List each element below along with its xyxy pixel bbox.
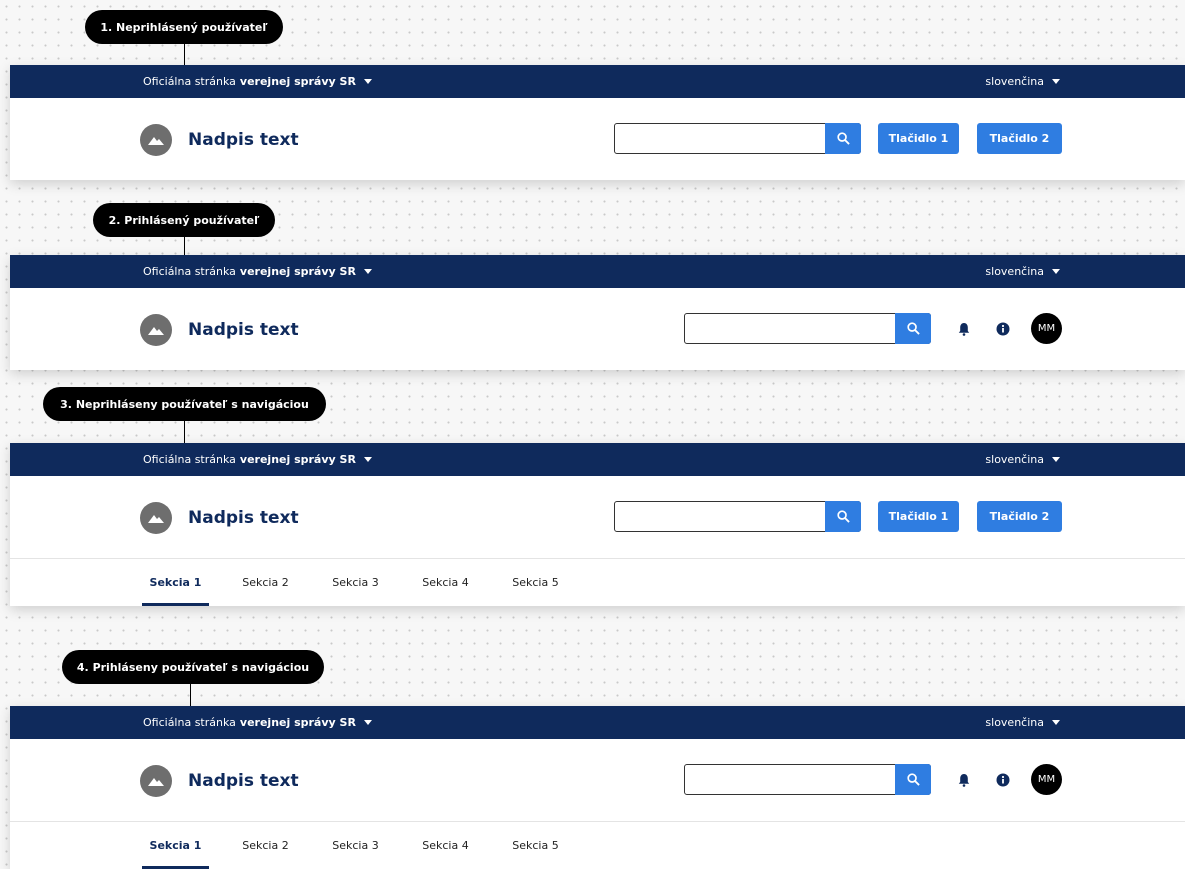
language-select[interactable]: slovenčina: [985, 65, 1060, 98]
info-icon[interactable]: [994, 771, 1012, 789]
nav-item-sekcia-5[interactable]: Sekcia 5: [502, 822, 569, 869]
nav-item-sekcia-2[interactable]: Sekcia 2: [232, 559, 299, 606]
language-label: slovenčina: [985, 265, 1044, 278]
variant-label-2: 2. Prihlásený používateľ: [93, 203, 275, 237]
official-prefix: Oficiálna stránka: [143, 716, 236, 729]
language-label: slovenčina: [985, 75, 1044, 88]
mountain-logo-icon[interactable]: [140, 314, 172, 346]
official-site-toggle[interactable]: Oficiálna stránka verejnej správy SR: [143, 706, 372, 739]
site-title[interactable]: Nadpis text: [188, 502, 299, 534]
search-button[interactable]: [895, 764, 931, 795]
gov-topbar: Oficiálna stránka verejnej správy SR slo…: [10, 443, 1185, 476]
variant-label-3: 3. Neprihláseny používateľ s navigáciou: [43, 387, 326, 421]
site-title[interactable]: Nadpis text: [188, 124, 299, 156]
language-label: slovenčina: [985, 716, 1044, 729]
header-variant-3: Oficiálna stránka verejnej správy SR slo…: [10, 443, 1185, 606]
caret-down-icon: [1052, 79, 1060, 84]
button-1[interactable]: Tlačidlo 1: [878, 123, 959, 154]
nav-item-sekcia-4[interactable]: Sekcia 4: [412, 822, 479, 869]
official-site-toggle[interactable]: Oficiálna stránka verejnej správy SR: [143, 255, 372, 288]
connector-line: [184, 44, 185, 65]
variant-label-4: 4. Prihláseny používateľ s navigáciou: [62, 650, 324, 684]
language-select[interactable]: slovenčina: [985, 443, 1060, 476]
main-header: Nadpis text MM: [10, 739, 1185, 821]
search-button[interactable]: [825, 501, 861, 532]
official-bold: verejnej správy SR: [239, 75, 356, 88]
caret-down-icon: [363, 720, 372, 725]
search-input[interactable]: [684, 764, 931, 795]
search-input[interactable]: [614, 123, 861, 154]
official-site-toggle[interactable]: Oficiálna stránka verejnej správy SR: [143, 443, 372, 476]
site-title[interactable]: Nadpis text: [188, 314, 299, 346]
search-icon: [836, 132, 850, 145]
nav-item-sekcia-2[interactable]: Sekcia 2: [232, 822, 299, 869]
header-variant-4: Oficiálna stránka verejnej správy SR slo…: [10, 706, 1185, 869]
caret-down-icon: [1052, 269, 1060, 274]
official-prefix: Oficiálna stránka: [143, 265, 236, 278]
connector-line: [190, 684, 191, 706]
language-label: slovenčina: [985, 453, 1044, 466]
caret-down-icon: [363, 269, 372, 274]
official-prefix: Oficiálna stránka: [143, 75, 236, 88]
search-icon: [906, 773, 920, 786]
official-bold: verejnej správy SR: [239, 716, 356, 729]
search-button[interactable]: [895, 313, 931, 344]
info-icon[interactable]: [994, 320, 1012, 338]
section-nav: Sekcia 1 Sekcia 2 Sekcia 3 Sekcia 4 Sekc…: [10, 558, 1185, 606]
caret-down-icon: [1052, 457, 1060, 462]
variant-label-1: 1. Neprihlásený používateľ: [85, 10, 283, 44]
nav-item-sekcia-1[interactable]: Sekcia 1: [142, 822, 209, 869]
user-avatar[interactable]: MM: [1031, 764, 1062, 795]
section-nav: Sekcia 1 Sekcia 2 Sekcia 3 Sekcia 4 Sekc…: [10, 821, 1185, 869]
main-header: Nadpis text MM: [10, 288, 1185, 370]
language-select[interactable]: slovenčina: [985, 706, 1060, 739]
header-variant-1: Oficiálna stránka verejnej správy SR slo…: [10, 65, 1185, 180]
mountain-logo-icon[interactable]: [140, 502, 172, 534]
gov-topbar: Oficiálna stránka verejnej správy SR slo…: [10, 706, 1185, 739]
main-header: Nadpis text Tlačidlo 1 Tlačidlo 2: [10, 476, 1185, 558]
connector-line: [184, 237, 185, 255]
nav-item-sekcia-4[interactable]: Sekcia 4: [412, 559, 479, 606]
caret-down-icon: [363, 79, 372, 84]
nav-item-sekcia-1[interactable]: Sekcia 1: [142, 559, 209, 606]
gov-topbar: Oficiálna stránka verejnej správy SR slo…: [10, 65, 1185, 98]
mountain-logo-icon[interactable]: [140, 765, 172, 797]
button-2[interactable]: Tlačidlo 2: [977, 123, 1062, 154]
site-title[interactable]: Nadpis text: [188, 765, 299, 797]
search-input[interactable]: [614, 501, 861, 532]
gov-topbar: Oficiálna stránka verejnej správy SR slo…: [10, 255, 1185, 288]
search-icon: [906, 322, 920, 335]
button-2[interactable]: Tlačidlo 2: [977, 501, 1062, 532]
official-bold: verejnej správy SR: [239, 265, 356, 278]
nav-item-sekcia-3[interactable]: Sekcia 3: [322, 559, 389, 606]
caret-down-icon: [363, 457, 372, 462]
button-1[interactable]: Tlačidlo 1: [878, 501, 959, 532]
bell-icon[interactable]: [955, 320, 973, 338]
connector-line: [184, 421, 185, 443]
search-button[interactable]: [825, 123, 861, 154]
bell-icon[interactable]: [955, 771, 973, 789]
language-select[interactable]: slovenčina: [985, 255, 1060, 288]
main-header: Nadpis text Tlačidlo 1 Tlačidlo 2: [10, 98, 1185, 180]
header-variant-2: Oficiálna stránka verejnej správy SR slo…: [10, 255, 1185, 370]
nav-item-sekcia-3[interactable]: Sekcia 3: [322, 822, 389, 869]
caret-down-icon: [1052, 720, 1060, 725]
mountain-logo-icon[interactable]: [140, 124, 172, 156]
official-site-toggle[interactable]: Oficiálna stránka verejnej správy SR: [143, 65, 372, 98]
nav-item-sekcia-5[interactable]: Sekcia 5: [502, 559, 569, 606]
official-bold: verejnej správy SR: [239, 453, 356, 466]
user-avatar[interactable]: MM: [1031, 313, 1062, 344]
search-input[interactable]: [684, 313, 931, 344]
search-icon: [836, 510, 850, 523]
official-prefix: Oficiálna stránka: [143, 453, 236, 466]
